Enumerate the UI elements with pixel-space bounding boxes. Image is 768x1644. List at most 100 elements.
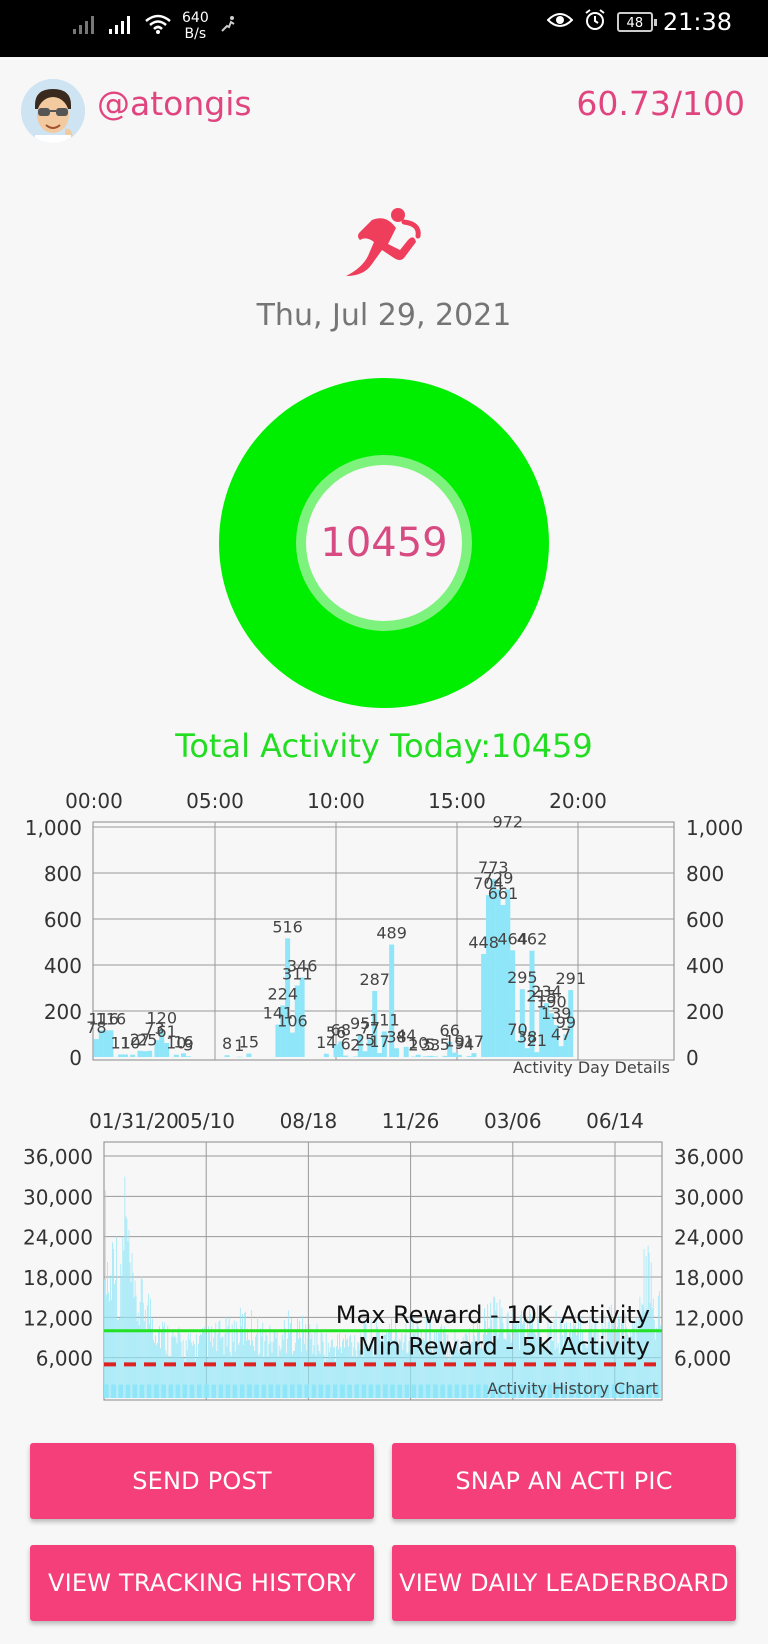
avatar[interactable] xyxy=(21,79,85,143)
history-chart-bar xyxy=(440,1384,445,1398)
day-chart-data-label: 106 xyxy=(277,1012,308,1031)
day-chart-data-label: 3 xyxy=(183,1035,193,1054)
day-chart-bar xyxy=(452,1052,458,1057)
history-chart-y-tick-left: 36,000 xyxy=(23,1145,93,1169)
day-chart-y-tick-right: 1,000 xyxy=(686,816,743,840)
history-chart-bar xyxy=(146,1384,152,1398)
history-chart-bar xyxy=(275,1384,281,1398)
day-chart-bar xyxy=(122,1054,128,1057)
history-chart-bar xyxy=(135,1295,137,1398)
day-chart-y-tick-left: 600 xyxy=(44,908,82,932)
signal-icon xyxy=(72,13,98,39)
day-chart-data-label: 972 xyxy=(493,812,524,831)
day-chart-bar xyxy=(427,1055,433,1057)
day-chart-bar xyxy=(118,1054,124,1057)
day-chart-y-tick-right: 800 xyxy=(686,862,724,886)
activity-history-chart-svg: 6,000 6,000 12,000 12,000 18,000 18,000 24,000… xyxy=(23,1109,744,1401)
history-chart-bar xyxy=(230,1355,232,1398)
activity-history-chart: 6,000 6,000 12,000 12,000 18,000 18,000 24,000… xyxy=(0,1104,768,1404)
day-chart-data-label: 224 xyxy=(267,984,298,1003)
history-chart-bar xyxy=(238,1342,240,1398)
day-chart-x-tick: 05:00 xyxy=(186,789,244,813)
history-chart-bar xyxy=(310,1338,312,1398)
history-chart-bar xyxy=(346,1340,348,1398)
day-chart-y-tick-left: 1,000 xyxy=(25,816,82,840)
history-chart-bar xyxy=(353,1346,355,1398)
history-chart-bar xyxy=(121,1278,123,1398)
history-chart-bar xyxy=(373,1354,375,1398)
day-chart-bar xyxy=(495,889,501,1057)
history-chart-bar xyxy=(159,1326,161,1398)
history-chart-bar xyxy=(181,1357,183,1398)
snap-pic-button[interactable]: SNAP AN ACTI PIC xyxy=(392,1443,736,1519)
history-chart-bar xyxy=(105,1190,106,1398)
day-chart-bar xyxy=(93,1039,99,1057)
day-chart-bar xyxy=(289,1032,295,1057)
history-chart-bar xyxy=(225,1384,231,1398)
history-chart-bar xyxy=(110,1275,111,1398)
history-chart-bar xyxy=(375,1384,381,1398)
history-chart-bar xyxy=(239,1384,245,1398)
network-speed-unit: B/s xyxy=(184,26,207,42)
day-chart-data-label: 489 xyxy=(376,924,407,943)
day-chart-y-tick-left: 400 xyxy=(44,954,82,978)
day-chart-data-label: 661 xyxy=(488,884,519,903)
history-chart-bar xyxy=(295,1342,296,1398)
history-chart-bar xyxy=(137,1312,139,1398)
history-chart-bar xyxy=(116,1236,118,1398)
history-chart-bar xyxy=(338,1349,339,1398)
history-chart-y-tick-left: 12,000 xyxy=(23,1306,93,1330)
history-chart-bar xyxy=(132,1272,134,1398)
history-chart-x-tick: 01/31/20 xyxy=(89,1109,179,1133)
history-chart-bar xyxy=(354,1384,359,1398)
history-chart-bar xyxy=(189,1384,195,1398)
day-chart-data-label: 15 xyxy=(239,1033,259,1052)
day-chart-y-tick-right: 400 xyxy=(686,954,724,978)
history-chart-bar xyxy=(203,1330,204,1398)
history-chart-bar xyxy=(147,1293,149,1398)
history-chart-bar xyxy=(383,1384,388,1398)
send-post-button[interactable]: SEND POST xyxy=(30,1443,374,1519)
history-chart-y-tick-left: 30,000 xyxy=(23,1185,93,1209)
history-chart-bar xyxy=(197,1384,202,1398)
runner-icon xyxy=(342,206,426,282)
history-chart-bar xyxy=(128,1229,130,1398)
day-chart-bar xyxy=(185,1056,191,1057)
day-chart-bar xyxy=(423,1056,429,1057)
view-daily-leaderboard-button[interactable]: VIEW DAILY LEADERBOARD xyxy=(392,1545,736,1621)
history-chart-bar xyxy=(139,1384,145,1398)
day-chart-x-tick: 20:00 xyxy=(549,789,607,813)
history-chart-bar xyxy=(657,1295,659,1398)
history-chart-caption: Activity History Chart xyxy=(487,1379,658,1398)
day-chart-y-tick-right: 600 xyxy=(686,908,724,932)
day-chart-x-tick: 00:00 xyxy=(65,789,123,813)
history-chart-bar xyxy=(261,1384,266,1398)
day-chart-bar xyxy=(466,1056,472,1057)
day-chart-data-label: 287 xyxy=(359,970,390,989)
network-speed: 640 B/s xyxy=(182,10,209,42)
history-chart-bar xyxy=(108,1292,109,1398)
history-chart-bar xyxy=(149,1298,151,1398)
history-chart-bar xyxy=(253,1345,255,1398)
history-chart-y-tick-right: 24,000 xyxy=(674,1226,744,1250)
day-chart-bar xyxy=(415,1054,421,1057)
history-chart-bar xyxy=(245,1311,246,1398)
history-chart-x-tick: 05/10 xyxy=(177,1109,235,1133)
history-chart-bar xyxy=(658,1290,660,1398)
day-chart-bar xyxy=(352,1056,358,1058)
day-chart-bar xyxy=(343,1055,349,1057)
view-tracking-history-button[interactable]: VIEW TRACKING HISTORY xyxy=(30,1545,374,1621)
history-chart-bar xyxy=(331,1339,333,1398)
history-chart-bar xyxy=(425,1384,431,1398)
history-chart-bar xyxy=(254,1384,259,1398)
history-chart-bar xyxy=(126,1218,128,1398)
day-chart-bar xyxy=(510,950,516,1057)
history-chart-bar xyxy=(361,1384,367,1398)
history-chart-bar xyxy=(166,1354,168,1398)
day-chart-bar xyxy=(323,1053,329,1057)
status-bar: 640 B/s 48 21:38 xyxy=(0,0,768,57)
username[interactable]: @atongis xyxy=(97,84,252,123)
history-chart-bar xyxy=(280,1347,282,1398)
history-chart-bar xyxy=(113,1248,115,1398)
history-chart-bar xyxy=(204,1384,209,1398)
